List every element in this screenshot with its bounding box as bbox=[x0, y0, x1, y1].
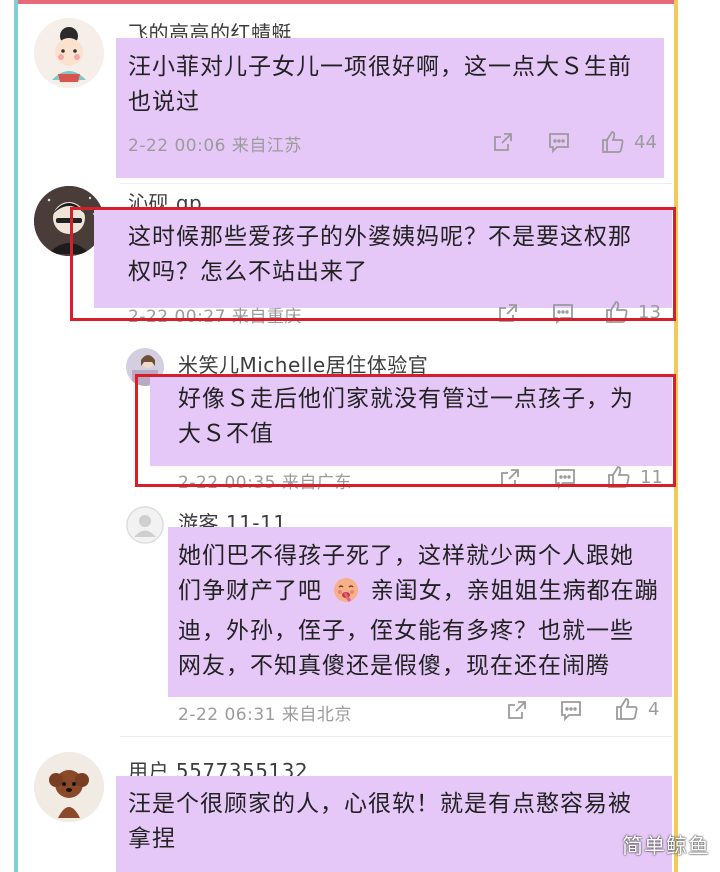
reply-button[interactable] bbox=[548, 131, 570, 153]
text-line: 迪，外孙，侄子，侄女能有多疼？也就一些 bbox=[178, 618, 634, 644]
avatar[interactable] bbox=[34, 18, 104, 88]
text-segment: 亲闺女，亲姐姐生病都在蹦 bbox=[370, 578, 659, 604]
text-line: 们争财产了吧 亲闺女，亲姐姐生病都在蹦 bbox=[178, 574, 672, 614]
text-segment: 们争财产了吧 bbox=[178, 578, 322, 604]
text-line: 网友，不知真傻还是假傻，现在还在闹腾 bbox=[178, 653, 610, 679]
share-icon bbox=[508, 701, 526, 719]
like-count: 44 bbox=[634, 131, 657, 153]
divider bbox=[120, 736, 672, 737]
text-line: 汪是个很顾家的人，心很软！就是有点憨容易被 bbox=[128, 791, 632, 817]
red-annotation-box bbox=[70, 207, 676, 321]
text-line: 拿捏 bbox=[128, 826, 176, 852]
comment-meta: 2-22 06:31 来自北京 bbox=[178, 705, 352, 725]
like-button[interactable]: 4 bbox=[614, 696, 659, 722]
reply-button[interactable] bbox=[560, 699, 582, 721]
comment-icon bbox=[561, 701, 581, 721]
red-annotation-box bbox=[135, 374, 676, 487]
frame-top-border bbox=[16, 0, 678, 4]
emoji-icon bbox=[333, 577, 359, 614]
like-count: 4 bbox=[648, 698, 660, 720]
comment-text: 汪是个很顾家的人，心很软！就是有点憨容易被 拿捏 bbox=[128, 787, 668, 857]
frame-left-border bbox=[14, 0, 18, 872]
avatar[interactable] bbox=[126, 506, 164, 544]
avatar[interactable] bbox=[34, 752, 104, 822]
share-button[interactable] bbox=[492, 131, 514, 153]
comment-text: 汪小菲对儿子女儿一项很好啊，这一点大Ｓ生前 也说过 bbox=[128, 50, 668, 120]
thumbs-up-icon bbox=[602, 131, 624, 153]
text-line: 她们巴不得孩子死了，这样就少两个人跟她 bbox=[178, 543, 634, 569]
thumbs-up-icon bbox=[616, 698, 638, 720]
comment-icon bbox=[549, 133, 569, 153]
like-button[interactable]: 44 bbox=[600, 129, 657, 155]
comment-text: 她们巴不得孩子死了，这样就少两个人跟她 们争财产了吧 亲闺女，亲姐姐生病都在蹦 … bbox=[178, 539, 672, 684]
text-line: 汪小菲对儿子女儿一项很好啊，这一点大Ｓ生前 bbox=[128, 54, 632, 80]
share-button[interactable] bbox=[506, 699, 528, 721]
divider bbox=[120, 183, 672, 184]
comment-meta: 2-22 00:06 来自江苏 bbox=[128, 136, 302, 156]
text-line: 也说过 bbox=[128, 89, 200, 115]
watermark: 简单鲸鱼 bbox=[622, 834, 710, 858]
share-icon bbox=[494, 133, 512, 151]
